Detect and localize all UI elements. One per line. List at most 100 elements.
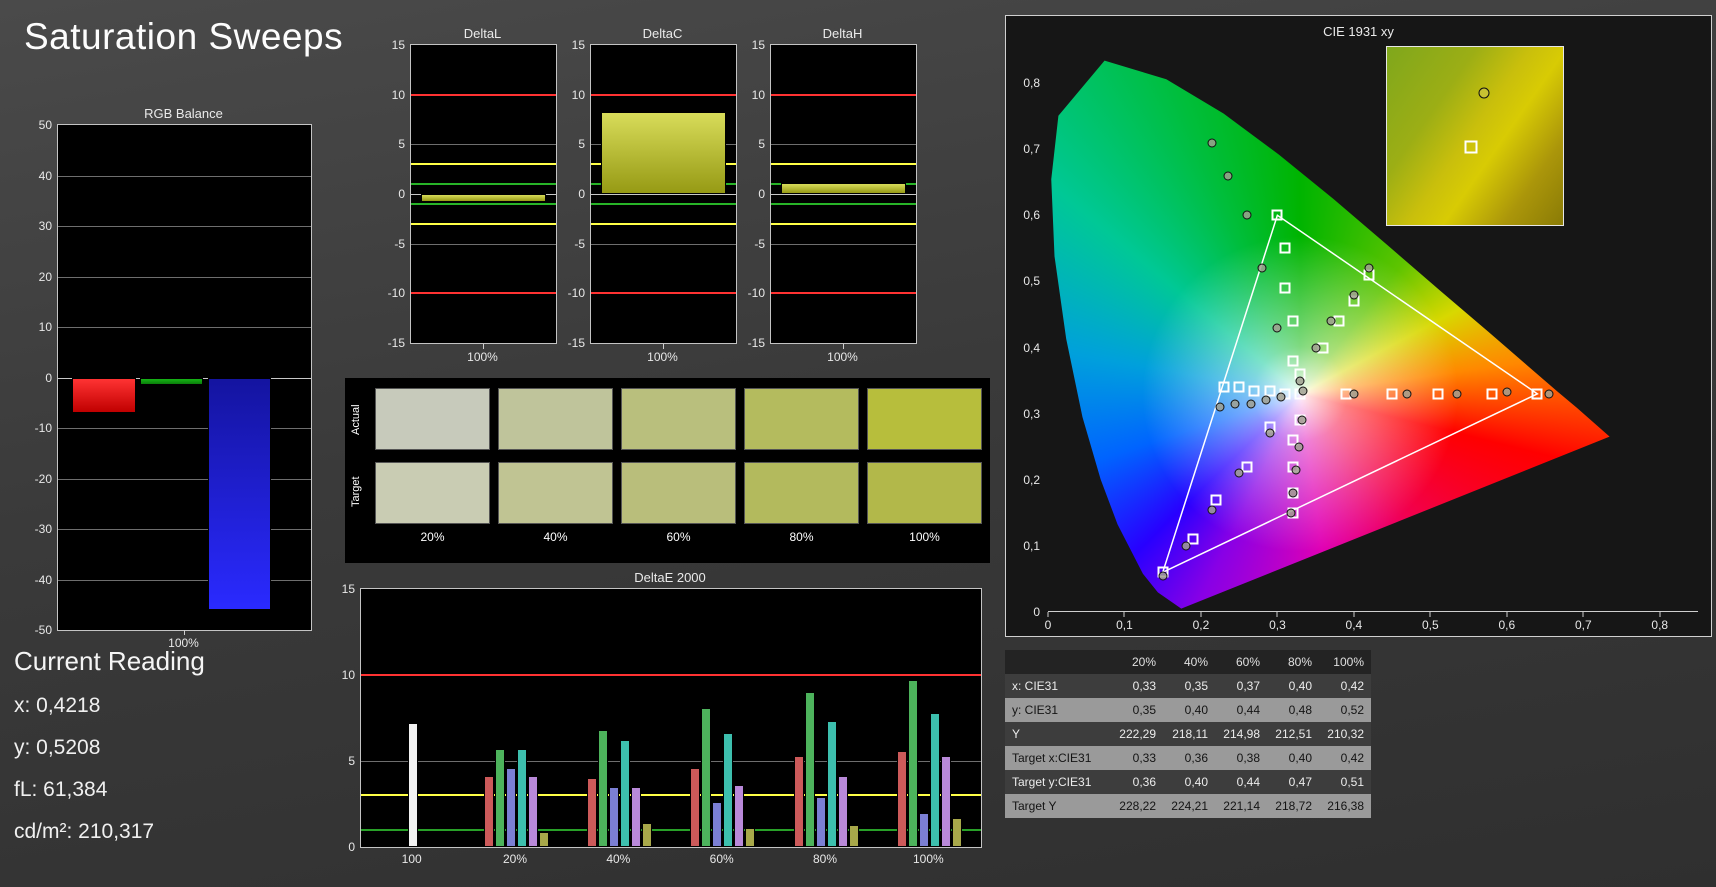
deltaH-plot[interactable]: 151050-5-10-15: [770, 44, 917, 344]
deltaC-limit-line: [591, 292, 736, 294]
cie-plot: 00,10,20,30,40,50,60,70,80,80,70,60,50,4…: [1048, 50, 1698, 612]
deltaL-limit-line: [411, 163, 556, 165]
table-row: y: CIE310,350,400,440,480,52: [1005, 698, 1371, 722]
rgb-balance-title: RGB Balance: [57, 106, 310, 121]
cie-measured-point: [1216, 403, 1225, 412]
deltaH-limit-line: [771, 163, 916, 165]
deltaL-gridline: [411, 244, 556, 245]
calman-saturation-sweeps-page: Saturation Sweeps RGB Balance 5040302010…: [0, 0, 1716, 887]
cie-measured-point: [1288, 488, 1297, 497]
table-cell: 221,14: [1215, 794, 1267, 818]
table-cell: 0,44: [1215, 770, 1267, 794]
deltaL-y-tick-label: 10: [392, 88, 405, 102]
cie-y-tick-label: 0,6: [1023, 208, 1040, 222]
cie-y-tick-label: 0,3: [1023, 407, 1040, 421]
target-swatch-80%: [744, 462, 859, 524]
deltaC-y-tick-label: 15: [572, 38, 585, 52]
table-row-label: y: CIE31: [1005, 698, 1111, 722]
cie-target-point: [1234, 382, 1245, 393]
cie-chart-panel[interactable]: CIE 1931 xy 00,10,20,30,40,50,60,70,80,8…: [1005, 15, 1712, 637]
cie-measured-point: [1298, 386, 1307, 395]
deltaE-y-tick-label: 10: [342, 668, 355, 682]
deltaE-bar-red: [484, 776, 494, 847]
cie-y-tick-label: 0,2: [1023, 473, 1040, 487]
deltaE-bar-yellow: [745, 828, 755, 847]
swatch-comparison-panel[interactable]: Actual Target 20%40%60%80%100%: [345, 378, 990, 563]
cie-x-tick-label: 0,5: [1422, 618, 1439, 632]
cie-x-tick-mark: [1124, 612, 1125, 617]
cie-measured-point: [1223, 171, 1232, 180]
deltaE-group-label: 20%: [503, 852, 527, 866]
table-cell: 218,11: [1163, 722, 1215, 746]
cie-y-tick-label: 0,4: [1023, 341, 1040, 355]
cie-x-tick-label: 0,8: [1651, 618, 1668, 632]
deltaC-title: DeltaC: [590, 26, 735, 41]
deltaH-y-tick-label: 15: [752, 38, 765, 52]
deltaE-bar-blue: [919, 813, 929, 847]
cie-x-tick-label: 0,6: [1498, 618, 1515, 632]
table-cell: 0,35: [1163, 674, 1215, 698]
deltaL-limit-line: [411, 292, 556, 294]
deltaH-title: DeltaH: [770, 26, 915, 41]
cie-measured-point: [1273, 323, 1282, 332]
cie-measured-point: [1349, 389, 1358, 398]
cie-y-tick-label: 0,7: [1023, 142, 1040, 156]
deltaC-limit-line: [591, 223, 736, 225]
deltaC-y-tick-label: 5: [578, 137, 585, 151]
swatch-column-label: 100%: [867, 530, 982, 544]
rgb-gridline: [58, 277, 311, 278]
deltaH-bar: [781, 183, 906, 194]
table-row: Target x:CIE310,330,360,380,400,42: [1005, 746, 1371, 770]
deltaC-plot[interactable]: 151050-5-10-15: [590, 44, 737, 344]
deltaE-bar-white: [408, 723, 418, 847]
cie-measured-point: [1502, 388, 1511, 397]
cie-target-point: [1486, 388, 1497, 399]
deltaH-x-label: 100%: [770, 350, 915, 364]
rgb-y-tick-label: -40: [35, 573, 52, 587]
target-row-label: Target: [350, 462, 366, 522]
cie-measured-point: [1311, 343, 1320, 352]
cie-target-point: [1287, 316, 1298, 327]
table-cell: 0,47: [1267, 770, 1319, 794]
rgb-y-tick-label: -30: [35, 522, 52, 536]
deltaC-gridline: [591, 244, 736, 245]
deltaH-y-tick-label: -5: [754, 237, 765, 251]
cie-x-tick-label: 0,2: [1193, 618, 1210, 632]
rgb-bar-blue: [208, 378, 272, 610]
table-cell: 0,37: [1215, 674, 1267, 698]
table-cell: 214,98: [1215, 722, 1267, 746]
table-cell: 0,52: [1319, 698, 1371, 722]
deltaE-bar-cyan: [827, 721, 837, 847]
table-cell: 0,35: [1111, 698, 1163, 722]
cie-x-tick-mark: [1048, 612, 1049, 617]
cie-target-point: [1280, 243, 1291, 254]
rgb-y-tick-label: -20: [35, 472, 52, 486]
deltaL-x-label: 100%: [410, 350, 555, 364]
table-column-header: 80%: [1267, 650, 1319, 674]
page-title: Saturation Sweeps: [24, 16, 343, 58]
deltaE-bar-magenta: [734, 785, 744, 847]
rgb-balance-plot[interactable]: 50403020100-10-20-30-40-50: [57, 124, 312, 631]
cie-measured-point: [1158, 571, 1167, 580]
cie-zoom-inset: [1386, 46, 1564, 226]
rgb-y-tick-label: -10: [35, 421, 52, 435]
cie-measured-point: [1349, 290, 1358, 299]
deltaE-bar-green: [701, 708, 711, 847]
table-row: Target y:CIE310,360,400,440,470,51: [1005, 770, 1371, 794]
cie-x-tick-mark: [1583, 612, 1584, 617]
swatch-column-label: 20%: [375, 530, 490, 544]
rgb-y-tick-label: 40: [39, 169, 52, 183]
table-cell: 0,33: [1111, 746, 1163, 770]
cie-x-tick-mark: [1659, 612, 1660, 617]
deltaC-gridline: [591, 194, 736, 195]
table-row-label: Target Y: [1005, 794, 1111, 818]
deltaL-plot[interactable]: 151050-5-10-15: [410, 44, 557, 344]
deltaE-gridline: [361, 761, 981, 762]
actual-swatch-40%: [498, 388, 613, 450]
deltaE2000-plot[interactable]: 151050: [360, 588, 982, 848]
deltaE-bar-blue: [609, 787, 619, 847]
deltaE-limit-line: [361, 794, 981, 796]
cie-target-point: [1532, 388, 1543, 399]
cie-measured-point: [1291, 465, 1300, 474]
cie-target-point: [1211, 494, 1222, 505]
